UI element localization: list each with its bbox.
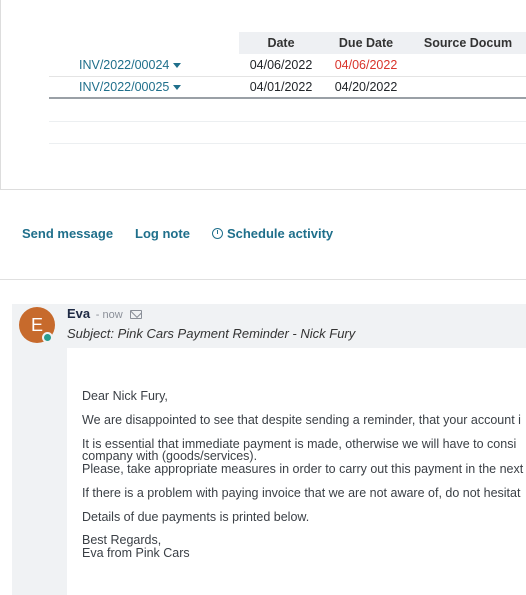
- empty-row-divider: [49, 143, 526, 144]
- online-status-icon: [42, 332, 53, 343]
- message-line: company with (goods/services).: [82, 449, 258, 463]
- invoice-sheet: Date Due Date Source Docum INV/2022/0002…: [0, 0, 526, 190]
- invoice-source: [409, 54, 526, 77]
- message-subject: Subject: Pink Cars Payment Reminder - Ni…: [67, 326, 356, 341]
- message-body: Dear Nick Fury, We are disappointed to s…: [67, 348, 526, 595]
- column-header-due-date[interactable]: Due Date: [323, 32, 409, 54]
- message-time: - now: [95, 309, 123, 321]
- table-row[interactable]: INV/2022/00024 04/06/2022 04/06/2022: [49, 54, 526, 77]
- divider: [0, 279, 526, 280]
- table-row[interactable]: INV/2022/00025 04/01/2022 04/20/2022: [49, 76, 526, 99]
- message-line: Dear Nick Fury,: [82, 389, 168, 403]
- caret-down-icon[interactable]: [173, 62, 182, 68]
- message-author[interactable]: Eva: [67, 306, 90, 321]
- invoice-date: 04/06/2022: [239, 54, 323, 77]
- message-line: Eva from Pink Cars: [82, 546, 190, 560]
- invoice-number[interactable]: INV/2022/00025: [79, 80, 169, 94]
- message-line: Please, take appropriate measures in ord…: [82, 462, 524, 476]
- caret-down-icon[interactable]: [173, 84, 182, 90]
- invoice-number-link[interactable]: INV/2022/00025: [49, 76, 239, 99]
- invoice-table: Date Due Date Source Docum INV/2022/0002…: [49, 32, 526, 99]
- invoice-date: 04/01/2022: [239, 76, 323, 99]
- log-note-button[interactable]: Log note: [135, 226, 190, 241]
- envelope-icon: [130, 310, 143, 319]
- clock-icon: [211, 228, 223, 239]
- invoice-number[interactable]: INV/2022/00024: [79, 58, 169, 72]
- message-line: If there is a problem with paying invoic…: [82, 486, 521, 500]
- table-header-row: Date Due Date Source Docum: [49, 32, 526, 54]
- column-header-date[interactable]: Date: [239, 32, 323, 54]
- send-message-button[interactable]: Send message: [22, 226, 113, 241]
- column-header-invoice: [49, 32, 239, 54]
- message-item: E Eva - now Subject: Pink Cars Payment R…: [12, 304, 526, 595]
- schedule-activity-label: Schedule activity: [226, 226, 334, 241]
- invoice-due-date: 04/20/2022: [323, 76, 409, 99]
- message-line: We are disappointed to see that despite …: [82, 413, 521, 427]
- chatter-actions: Send message Log note Schedule activity: [22, 226, 333, 241]
- message-author-line: Eva - now: [67, 306, 143, 321]
- invoice-source: [409, 76, 526, 99]
- empty-row-divider: [49, 121, 526, 122]
- invoice-due-date: 04/06/2022: [323, 54, 409, 77]
- schedule-activity-button[interactable]: Schedule activity: [211, 226, 334, 241]
- invoice-number-link[interactable]: INV/2022/00024: [49, 54, 239, 77]
- message-line: Details of due payments is printed below…: [82, 510, 310, 524]
- column-header-source-document[interactable]: Source Docum: [409, 32, 526, 54]
